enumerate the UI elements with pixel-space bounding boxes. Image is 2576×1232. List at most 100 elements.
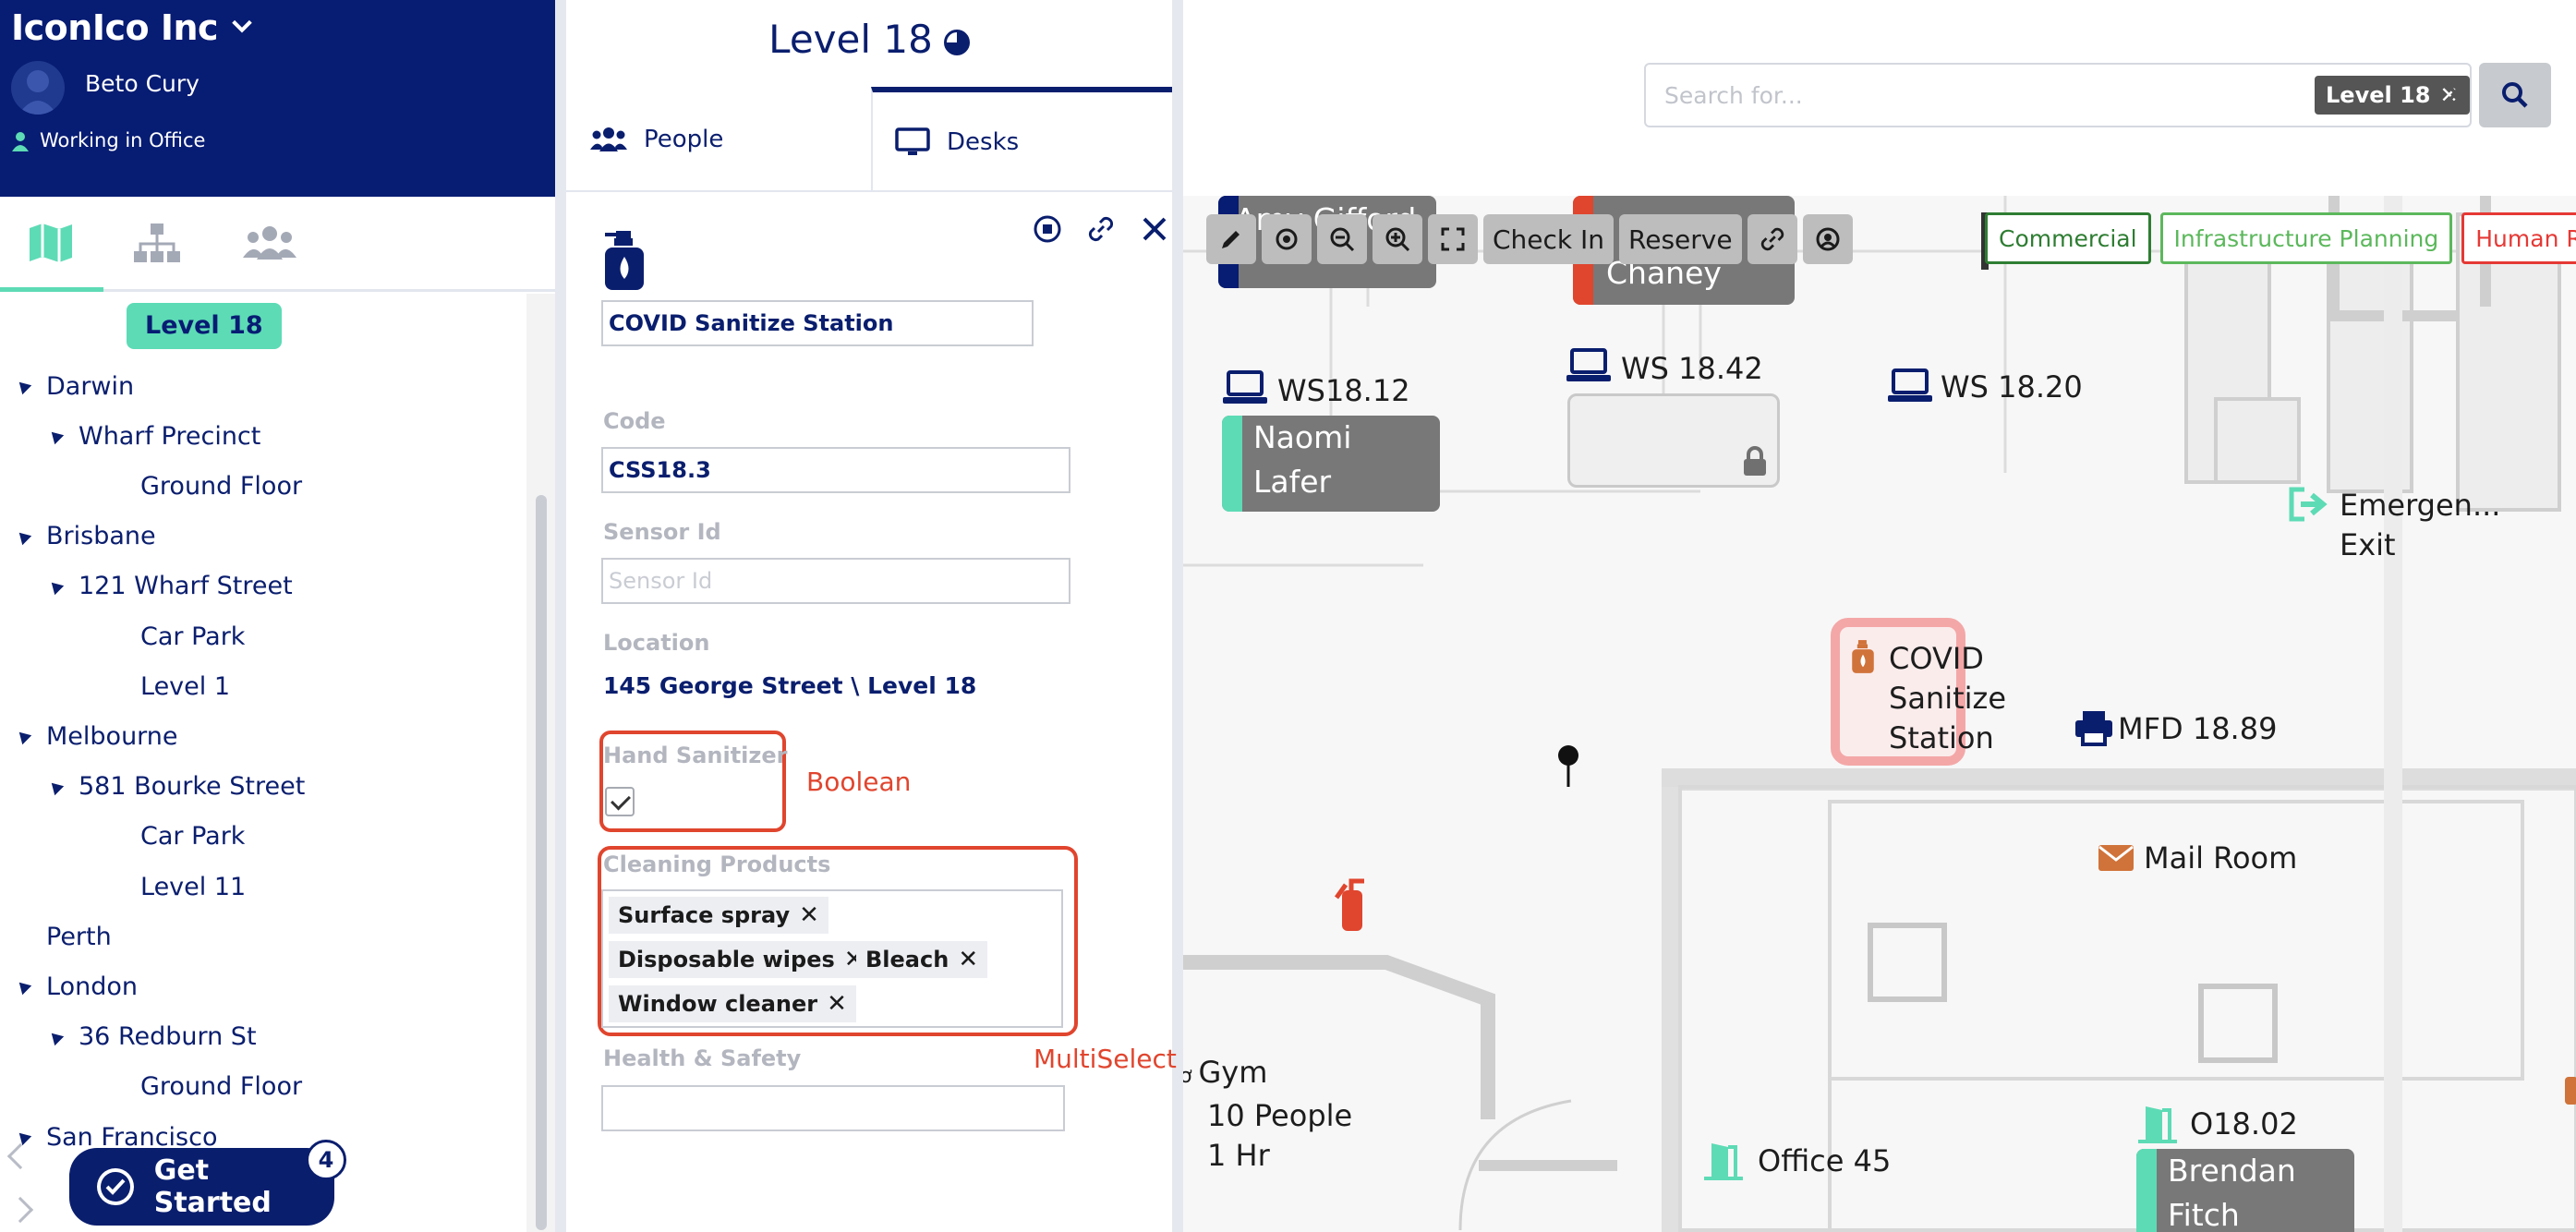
reserve-button[interactable]: Reserve [1619, 214, 1742, 264]
covid-station-label[interactable]: COVID Sanitize Station [1889, 639, 2006, 758]
name-field[interactable]: COVID Sanitize Station [601, 300, 1034, 346]
chip-label: Bleach [865, 947, 949, 972]
link-icon[interactable] [1747, 214, 1797, 264]
status-text[interactable]: Working in Office [40, 129, 205, 151]
tree-caret-icon[interactable] [14, 527, 32, 545]
chevron-down-icon[interactable] [229, 13, 255, 39]
get-started-button[interactable]: Get Started [69, 1148, 334, 1226]
cleaning-products-multiselect[interactable]: Surface spray ✕ Disposable wipes ✕ Bleach ✕… [601, 889, 1063, 1028]
desk-card-empty[interactable] [1567, 393, 1780, 488]
tree-caret-icon[interactable] [46, 1028, 65, 1045]
legend-label: Human Re [2475, 224, 2576, 252]
desk-card-naomi[interactable]: Naomi Lafer [1222, 416, 1440, 512]
legend-human-resources[interactable]: Human Re [2461, 212, 2576, 264]
tab-desks[interactable]: Desks [871, 87, 1172, 192]
tab-people-label: People [644, 126, 724, 153]
tree-item[interactable]: London [14, 968, 138, 1005]
close-icon[interactable] [1140, 214, 1169, 244]
map-icon[interactable] [18, 217, 83, 269]
sanitizer-icon [1852, 640, 1874, 673]
tree-item[interactable]: Wharf Precinct [46, 417, 261, 454]
sensor-id-label: Sensor Id [603, 519, 721, 545]
search-button[interactable] [2479, 63, 2551, 127]
close-icon[interactable]: ✕ [799, 901, 819, 929]
tree-caret-icon[interactable] [14, 1128, 32, 1146]
search-input[interactable] [1664, 65, 2182, 126]
panel-title-text: Level 18 [768, 17, 933, 62]
tree-item[interactable]: 121 Wharf Street [46, 568, 293, 605]
close-icon[interactable]: ✕ [827, 990, 847, 1018]
tree-item[interactable]: Level 11 [140, 868, 246, 905]
tree-item-label: Wharf Precinct [79, 421, 261, 451]
mail-room-label[interactable]: Mail Room [2144, 839, 2297, 878]
tree-item-selected[interactable]: Level 18 [127, 303, 282, 349]
tree-caret-icon[interactable] [46, 427, 65, 445]
mfd-label[interactable]: MFD 18.89 [2118, 709, 2277, 749]
clear-search-icon[interactable]: ✕ [2441, 74, 2471, 115]
tree-item-label: Level 11 [140, 872, 247, 901]
tree-caret-icon[interactable] [14, 728, 32, 745]
tree-item[interactable]: Ground Floor [140, 1069, 302, 1105]
close-icon[interactable]: ✕ [958, 946, 978, 973]
tree-caret-icon[interactable] [46, 577, 65, 595]
tree-item[interactable]: Brisbane [14, 518, 156, 555]
tree-item[interactable]: Car Park [140, 818, 245, 855]
desk-label-ws1812[interactable]: WS18.12 [1277, 371, 1410, 411]
legend-label: Commercial [1999, 224, 2137, 252]
org-chart-icon[interactable] [125, 217, 189, 269]
office-1802-label[interactable]: O18.02 [2190, 1105, 2298, 1144]
mail-icon [2098, 845, 2134, 871]
tree-item[interactable]: Darwin [14, 368, 134, 405]
tree-caret-icon[interactable] [46, 778, 65, 795]
avatar[interactable] [11, 61, 65, 115]
code-field[interactable]: CSS18.3 [601, 447, 1070, 493]
pencil-icon[interactable] [1206, 214, 1256, 264]
emergency-exit-label[interactable]: Emergen... Exit [2340, 486, 2500, 565]
location-tree: Level 18 Darwin Wharf Precinct Ground Floo… [0, 294, 526, 1232]
desk-label-ws1820[interactable]: WS 18.20 [1941, 368, 2083, 407]
user-circle-icon[interactable] [1802, 214, 1853, 264]
tree-item[interactable]: Melbourne [14, 718, 178, 755]
legend-commercial[interactable]: Commercial [1985, 212, 2151, 264]
tree-scrollbar-thumb[interactable] [536, 495, 547, 1230]
search-filter-tag-label: Level 18 [2326, 82, 2431, 108]
chip-window-cleaner: Window cleaner ✕ [609, 985, 856, 1022]
location-value: 145 George Street \ Level 18 [603, 672, 977, 699]
cleaning-products-label: Cleaning Products [603, 852, 831, 877]
locate-icon[interactable] [1262, 214, 1312, 264]
tab-people[interactable]: People [566, 87, 871, 192]
map-toolbar: Check In Reserve [1206, 214, 1853, 264]
zoom-out-icon[interactable] [1317, 214, 1367, 264]
org-name[interactable]: IconIco Inc [11, 7, 219, 48]
printer-icon [2075, 711, 2112, 746]
desk-card-brendan[interactable]: Brendan Fitch [2136, 1149, 2354, 1232]
floor-plan-drawing[interactable] [1183, 196, 2576, 1232]
tree-caret-icon[interactable] [14, 978, 32, 996]
tree-item-label: Car Park [140, 822, 246, 852]
gym-label[interactable]: ơ Gym 10 People 1 Hr [1183, 1053, 1352, 1176]
sensor-id-field[interactable]: Sensor Id [601, 558, 1070, 604]
tree-item[interactable]: 581 Bourke Street [46, 768, 305, 805]
people-icon[interactable] [237, 217, 302, 269]
fullscreen-icon[interactable] [1428, 214, 1478, 264]
legend-infrastructure-planning[interactable]: Infrastructure Planning [2159, 212, 2453, 264]
tree-item[interactable]: Ground Floor [140, 467, 302, 504]
tree-item-label: Car Park [140, 622, 246, 651]
sidebar-nav-tabs [0, 197, 555, 292]
tree-caret-icon[interactable] [14, 377, 32, 395]
zoom-in-icon[interactable] [1373, 214, 1422, 264]
desk-label-ws1842[interactable]: WS 18.42 [1621, 349, 1763, 389]
pie-chart-icon[interactable] [943, 29, 970, 55]
emergency-exit-line: Exit [2340, 527, 2396, 562]
tree-item[interactable]: Car Park [140, 618, 245, 655]
legend-label: Infrastructure Planning [2173, 224, 2439, 252]
link-icon[interactable] [1086, 214, 1116, 244]
stop-icon[interactable] [1033, 214, 1062, 244]
tree-item[interactable]: Level 1 [140, 668, 230, 705]
hand-sanitizer-checkbox[interactable] [605, 787, 635, 816]
tree-item[interactable]: Perth [46, 918, 112, 955]
office-45-label[interactable]: Office 45 [1758, 1141, 1891, 1181]
tree-item[interactable]: 36 Redburn St [46, 1019, 257, 1056]
check-in-button[interactable]: Check In [1483, 214, 1615, 264]
health-safety-field[interactable] [601, 1085, 1065, 1131]
